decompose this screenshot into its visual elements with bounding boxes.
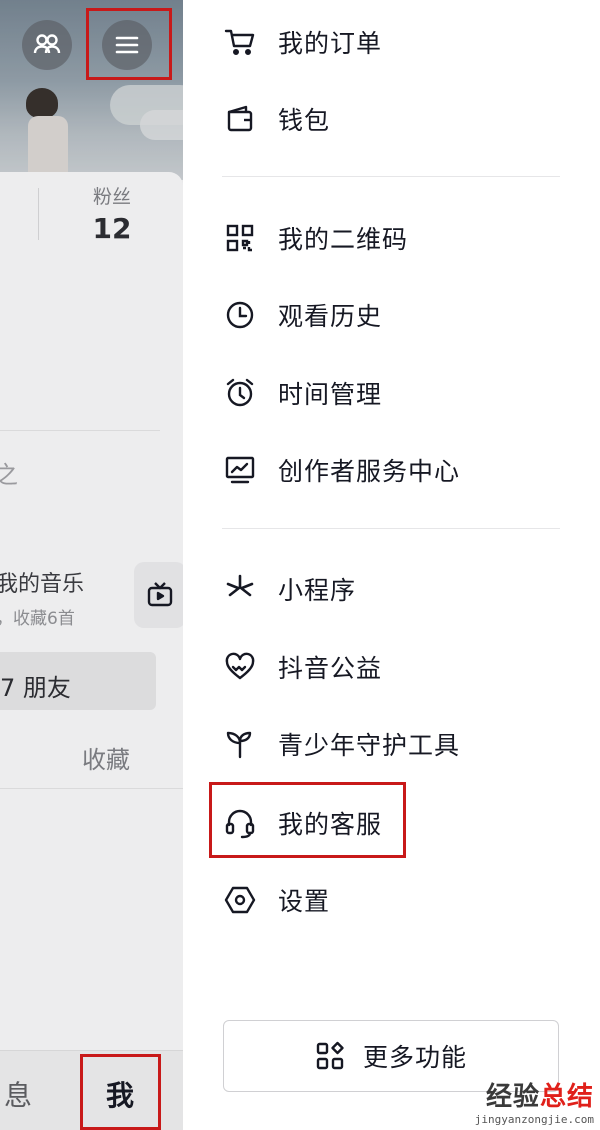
- watermark-cn: 经验总结: [454, 1076, 594, 1113]
- menu-label: 抖音公益: [278, 654, 383, 683]
- menu-item-time-management[interactable]: 时间管理: [222, 363, 382, 423]
- tv-icon: [147, 582, 173, 607]
- watermark-cn-accent: 总结: [539, 1082, 594, 1112]
- watermark-en: jingyanzongjie.com: [474, 1113, 594, 1126]
- partial-text: 之: [0, 461, 18, 489]
- customer-service-highlight-box: [209, 782, 406, 858]
- wallet-icon: [222, 101, 258, 137]
- menu-label: 小程序: [278, 576, 357, 605]
- my-music-title[interactable]: 我的音乐: [0, 566, 84, 598]
- menu-label: 设置: [278, 887, 331, 916]
- menu-item-charity[interactable]: 抖音公益: [222, 637, 382, 697]
- more-features-label: 更多功能: [362, 1043, 467, 1072]
- friends-icon: [33, 34, 61, 54]
- menu-item-history[interactable]: 观看历史: [222, 285, 382, 345]
- clock-icon: [222, 297, 258, 333]
- mini-program-icon: [222, 571, 258, 607]
- menu-item-settings[interactable]: 设置: [222, 870, 330, 930]
- menu-item-qr-code[interactable]: 我的二维码: [222, 208, 408, 268]
- friends-count-text: 7 朋友: [0, 674, 71, 702]
- menu-item-creator-center[interactable]: 创作者服务中心: [222, 440, 460, 500]
- menu-label: 观看历史: [278, 302, 383, 331]
- menu-item-wallet[interactable]: 钱包: [222, 89, 330, 149]
- menu-label: 我的订单: [278, 29, 383, 58]
- menu-label: 我的二维码: [278, 225, 409, 254]
- chart-monitor-icon: [222, 452, 258, 488]
- cart-icon: [222, 24, 258, 60]
- menu-item-orders[interactable]: 我的订单: [222, 12, 382, 72]
- menu-label: 钱包: [278, 106, 331, 135]
- friends-button[interactable]: [22, 20, 72, 70]
- menu-item-mini-programs[interactable]: 小程序: [222, 559, 356, 619]
- tab-collect[interactable]: 收藏: [82, 740, 130, 775]
- menu-label: 时间管理: [278, 380, 383, 409]
- profile-page-dimmed: 粉丝 12 之 我的音乐 ，收藏6首 7 朋友 收藏 息 我: [0, 0, 183, 1130]
- nav-message[interactable]: 息: [4, 1074, 32, 1114]
- divider: [0, 788, 183, 789]
- grid-shapes-icon: [315, 1041, 345, 1071]
- watermark: 经验总结 jingyanzongjie.com: [454, 1076, 594, 1126]
- sprout-icon: [222, 726, 258, 762]
- qr-code-icon: [222, 220, 258, 256]
- menu-label: 创作者服务中心: [278, 457, 461, 486]
- tv-button[interactable]: [134, 562, 183, 628]
- fans-label: 粉丝: [92, 186, 131, 208]
- watermark-cn-plain: 经验: [485, 1082, 540, 1112]
- menu-item-youth-protection[interactable]: 青少年守护工具: [222, 714, 460, 774]
- charity-heart-icon: [222, 649, 258, 685]
- my-music-subtitle: ，收藏6首: [0, 609, 75, 629]
- menu-label: 青少年守护工具: [278, 731, 461, 760]
- stat-divider: [38, 188, 39, 240]
- drawer-divider: [222, 176, 560, 177]
- menu-highlight-box: [86, 8, 172, 80]
- fans-count[interactable]: 12: [84, 212, 140, 245]
- divider: [0, 430, 160, 431]
- settings-hex-icon: [222, 882, 258, 918]
- alarm-clock-icon: [222, 375, 258, 411]
- drawer-divider: [222, 528, 560, 529]
- me-highlight-box: [80, 1054, 161, 1130]
